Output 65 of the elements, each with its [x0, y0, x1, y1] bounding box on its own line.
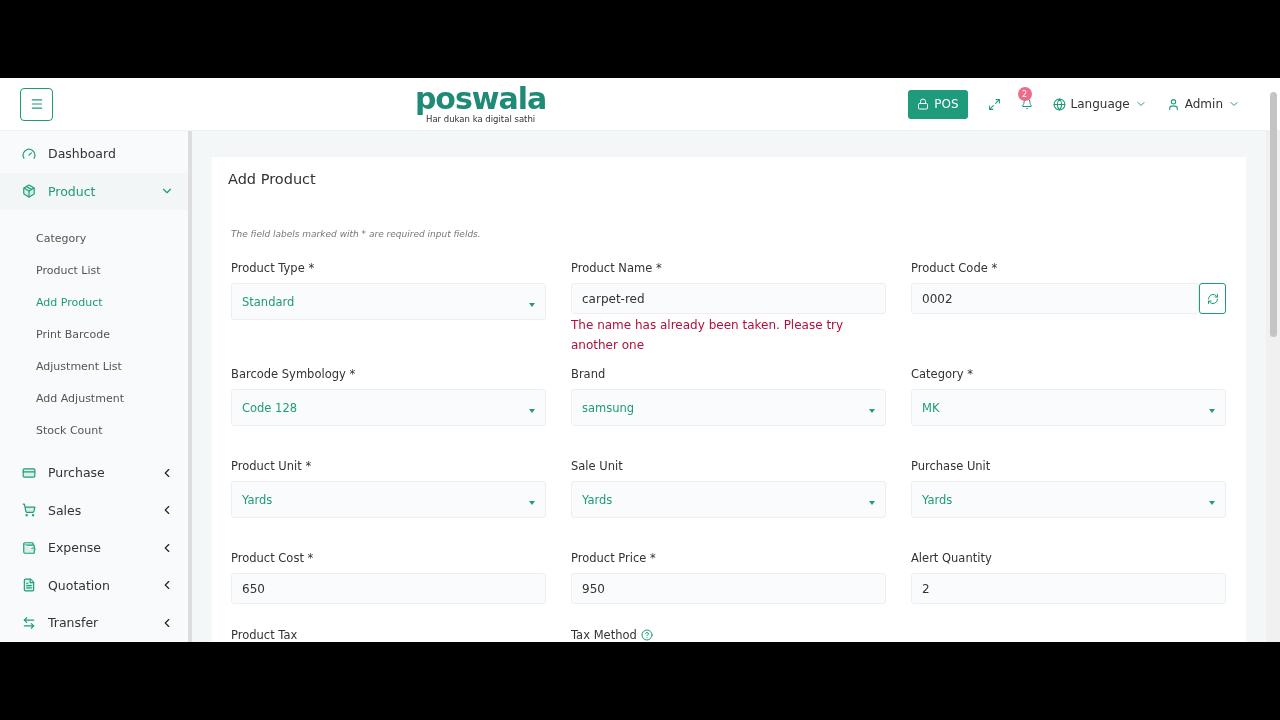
- input-field[interactable]: 0002: [911, 283, 1199, 314]
- caret-icon: [529, 500, 535, 505]
- field-label: Product Type *: [231, 261, 316, 275]
- transfer-icon: [22, 615, 36, 630]
- language-menu[interactable]: Language: [1052, 97, 1147, 111]
- refresh-button[interactable]: [1199, 283, 1226, 314]
- logo: poswala: [414, 84, 547, 114]
- user-icon: [1166, 97, 1180, 111]
- field-label: Purchase Unit: [911, 459, 992, 473]
- field-label: Product Unit *: [231, 459, 313, 473]
- globe-icon: [1052, 97, 1066, 111]
- help-icon[interactable]: [640, 629, 653, 641]
- menu-icon: [29, 97, 44, 111]
- sidebar-item[interactable]: Sales: [0, 491, 188, 529]
- field-label: Product Name *: [571, 261, 663, 275]
- input-field[interactable]: 950: [571, 573, 886, 604]
- box-icon: [22, 184, 36, 199]
- card-icon: [22, 465, 36, 480]
- field-label: Alert Quantity: [911, 551, 993, 565]
- submenu-item[interactable]: Add Adjustment: [0, 382, 188, 414]
- caret-icon: [529, 408, 535, 413]
- submenu-item[interactable]: Adjustment List: [0, 350, 188, 382]
- field-label: Sale Unit: [571, 459, 624, 473]
- field-label: Brand: [571, 367, 607, 381]
- field-label: Tax Method: [571, 628, 886, 642]
- lock-icon: [917, 98, 930, 110]
- caret-icon: [529, 302, 535, 307]
- submenu-item[interactable]: Category: [0, 222, 188, 254]
- field-label: Product Tax: [231, 628, 299, 642]
- submenu-item[interactable]: Stock Count: [0, 414, 188, 446]
- wallet-icon: [22, 540, 36, 555]
- sidebar-item[interactable]: Transfer: [0, 604, 188, 642]
- caret-icon: [1209, 500, 1215, 505]
- notification-icon[interactable]: [1020, 98, 1033, 110]
- submenu-item[interactable]: Product List: [0, 254, 188, 286]
- sidebar-item[interactable]: Purchase: [0, 454, 188, 492]
- input-field[interactable]: 2: [911, 573, 1226, 604]
- fullscreen-icon[interactable]: [987, 97, 1001, 111]
- select-field[interactable]: MK: [911, 389, 1226, 426]
- submenu-item[interactable]: Print Barcode: [0, 318, 188, 350]
- input-field[interactable]: 650: [231, 573, 546, 604]
- error-message: The name has already been taken. Please try another one: [571, 317, 845, 354]
- caret-icon: [869, 500, 875, 505]
- input-field[interactable]: carpet-red: [571, 283, 886, 314]
- field-label: Category *: [911, 367, 974, 381]
- document-icon: [22, 578, 36, 593]
- scrollbar[interactable]: [1270, 92, 1277, 337]
- logo-tagline: Har dukan ka digital sathi: [426, 114, 536, 124]
- field-label: Barcode Symbology *: [231, 367, 357, 381]
- refresh-icon: [1206, 292, 1219, 305]
- caret-icon: [869, 408, 875, 413]
- required-note: The field labels marked with * are required input fields.: [231, 229, 482, 239]
- field-label: Product Price *: [571, 551, 657, 565]
- field-label: Product Code *: [911, 261, 999, 275]
- sidebar-item[interactable]: Expense: [0, 529, 188, 567]
- sidebar-item[interactable]: Quotation: [0, 566, 188, 604]
- gauge-icon: [22, 146, 36, 161]
- notification-badge: 2: [1017, 87, 1032, 101]
- sidebar-item[interactable]: Dashboard: [0, 135, 188, 173]
- caret-icon: [1209, 408, 1215, 413]
- field-label: Product Cost *: [231, 551, 315, 565]
- menu-button[interactable]: [20, 87, 53, 121]
- page-title: Add Product: [228, 171, 317, 187]
- cart-icon: [22, 503, 36, 518]
- user-menu[interactable]: Admin: [1166, 97, 1240, 111]
